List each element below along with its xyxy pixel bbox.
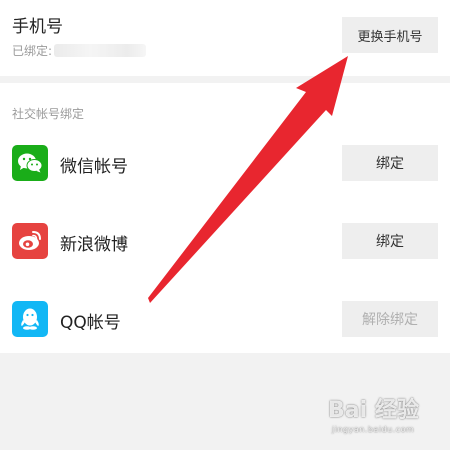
section-divider [0, 76, 450, 83]
wechat-icon [12, 145, 48, 181]
watermark: Bai 经验 jingyan.baidu.com [328, 392, 440, 444]
list-item-weibo: 新浪微博 绑定 [0, 211, 450, 271]
qq-icon [12, 301, 48, 337]
watermark-brand: Bai 经验 [328, 398, 419, 423]
weibo-label: 新浪微博 [60, 235, 128, 255]
bind-wechat-button[interactable]: 绑定 [342, 145, 438, 181]
social-binding-section: 社交帐号绑定 微信帐号 绑定 新浪微博 绑定 QQ帐号 解除绑定 [0, 83, 450, 353]
change-phone-button[interactable]: 更换手机号 [342, 17, 438, 53]
wechat-label: 微信帐号 [60, 157, 128, 177]
phone-bound-info: 已绑定: [12, 42, 147, 59]
watermark-sub: jingyan.baidu.com [332, 425, 415, 434]
qq-label: QQ帐号 [60, 313, 121, 333]
bind-weibo-button[interactable]: 绑定 [342, 223, 438, 259]
phone-title: 手机号 [12, 17, 63, 37]
list-item-wechat: 微信帐号 绑定 [0, 133, 450, 193]
unbind-qq-button[interactable]: 解除绑定 [342, 301, 438, 337]
phone-bound-label: 已绑定: [12, 44, 53, 58]
masked-phone-number [54, 44, 147, 57]
phone-section: 手机号 已绑定: 更换手机号 [0, 0, 450, 76]
weibo-icon [12, 223, 48, 259]
list-item-qq: QQ帐号 解除绑定 [0, 289, 450, 349]
section-label: 社交帐号绑定 [12, 107, 85, 121]
account-binding-page: 手机号 已绑定: 更换手机号 社交帐号绑定 微信帐号 绑定 新浪微博 绑定 QQ… [0, 0, 450, 450]
